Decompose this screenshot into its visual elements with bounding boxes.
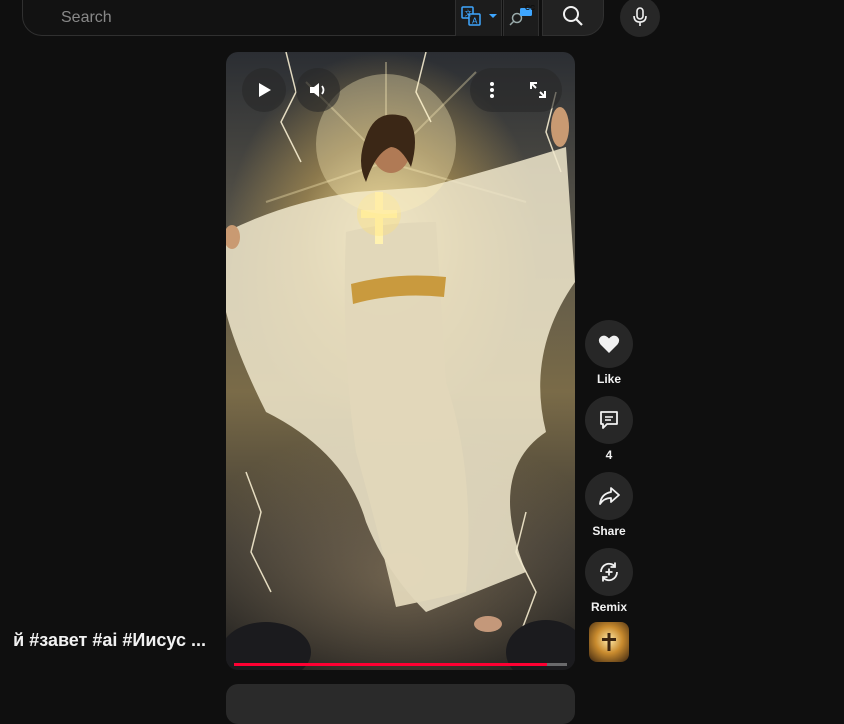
subtitle-search-button[interactable]: CC <box>503 0 539 36</box>
share-icon <box>599 487 620 505</box>
cross-logo-icon <box>602 633 616 651</box>
play-icon <box>259 83 271 97</box>
translate-dropdown[interactable] <box>485 0 501 36</box>
caret-down-icon <box>489 14 497 18</box>
remix-icon <box>600 562 618 582</box>
search-button[interactable] <box>542 0 604 36</box>
cc-badge: CC <box>525 5 536 12</box>
comment-icon <box>600 411 618 429</box>
svg-text:A: A <box>472 17 478 26</box>
comments-button[interactable] <box>585 396 633 444</box>
progress-fill <box>234 663 548 666</box>
progress-bar[interactable] <box>234 663 567 666</box>
channel-avatar[interactable] <box>589 622 629 662</box>
remix-label: Remix <box>590 600 628 614</box>
fullscreen-button[interactable] <box>526 78 550 102</box>
search-input[interactable] <box>59 1 473 35</box>
microphone-icon <box>633 7 647 26</box>
translate-icon: 文 A <box>460 6 481 26</box>
voice-search-button[interactable] <box>620 0 660 37</box>
comments-count: 4 <box>605 448 613 462</box>
heart-icon <box>598 335 620 353</box>
search-box <box>22 0 502 36</box>
share-label: Share <box>592 524 626 538</box>
volume-icon <box>310 83 325 97</box>
share-button[interactable] <box>585 472 633 520</box>
caption-text: й #завет #ai #Иисус ... <box>13 630 206 650</box>
mute-button[interactable] <box>296 68 340 112</box>
like-button[interactable] <box>585 320 633 368</box>
video-caption-hashtags[interactable]: й #завет #ai #Иисус ... <box>0 630 206 654</box>
translate-button[interactable]: 文 A <box>455 0 485 36</box>
more-options-button[interactable] <box>480 78 504 102</box>
like-label: Like <box>596 372 621 386</box>
fullscreen-icon <box>530 82 546 98</box>
more-vert-icon <box>490 82 494 98</box>
next-video-preview[interactable] <box>226 684 575 724</box>
play-button[interactable] <box>242 68 286 112</box>
player-top-right-controls <box>470 68 562 112</box>
remix-button[interactable] <box>585 548 633 596</box>
video-player[interactable] <box>226 52 575 670</box>
video-frame-artwork <box>226 52 575 670</box>
svg-text:文: 文 <box>464 9 471 18</box>
search-icon <box>563 6 583 26</box>
